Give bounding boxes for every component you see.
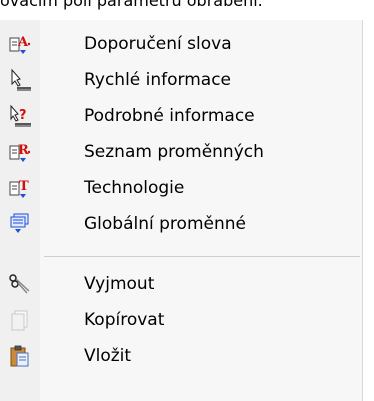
- menu-item-label: Vyjmout: [84, 274, 155, 294]
- variable-list-icon: R: [6, 138, 34, 166]
- detailed-info-icon: ?: [6, 102, 34, 130]
- word-suggestion-icon: A: [6, 30, 34, 58]
- menu-item-label: Kopírovat: [84, 310, 165, 330]
- scissors-icon: [6, 270, 34, 298]
- copy-icon: [6, 306, 34, 334]
- global-variables-icon: [6, 210, 34, 238]
- quick-info-icon: [6, 66, 34, 94]
- svg-text:A: A: [17, 35, 29, 50]
- menu-item-word-suggestion[interactable]: A Doporučení slova: [0, 26, 362, 62]
- menu-item-label: Podrobné informace: [84, 106, 255, 126]
- menu-item-paste[interactable]: Vložit: [0, 338, 362, 374]
- menu-item-label: Vložit: [84, 346, 132, 366]
- menu-item-label: Doporučení slova: [84, 34, 232, 54]
- paste-icon: [6, 342, 34, 370]
- menu-item-technology[interactable]: T Technologie: [0, 170, 362, 206]
- technology-icon: T: [6, 174, 34, 202]
- svg-text:?: ?: [19, 108, 27, 123]
- svg-text:T: T: [19, 179, 29, 194]
- menu-item-copy[interactable]: Kopírovat: [0, 302, 362, 338]
- menu-item-label: Seznam proměnných: [84, 142, 264, 162]
- menu-item-quick-info[interactable]: Rychlé informace: [0, 62, 362, 98]
- menu-item-cut[interactable]: Vyjmout: [0, 266, 362, 302]
- menu-item-label: Globální proměnné: [84, 214, 246, 234]
- menu-item-variable-list[interactable]: R Seznam proměnných: [0, 134, 362, 170]
- menu-separator: [44, 256, 360, 257]
- menu-item-detailed-info[interactable]: ? Podrobné informace: [0, 98, 362, 134]
- menu-item-global-variables[interactable]: Globální proměnné: [0, 206, 362, 242]
- header-text: ovacím poli parametru obrábění.: [0, 0, 263, 10]
- context-menu: A Doporučení slova Rychlé informace ? Po…: [0, 20, 363, 401]
- menu-item-label: Technologie: [84, 178, 185, 198]
- svg-text:R: R: [18, 143, 29, 158]
- menu-item-label: Rychlé informace: [84, 70, 232, 90]
